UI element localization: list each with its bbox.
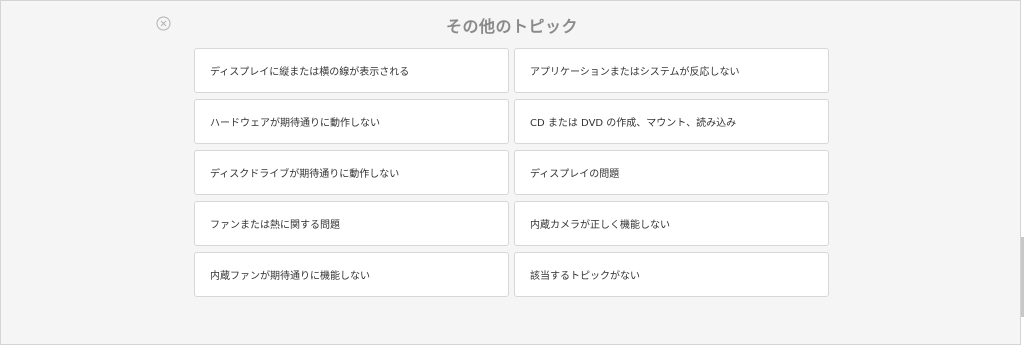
topic-fan-heat[interactable]: ファンまたは熱に関する問題 — [194, 201, 509, 246]
topic-none-applicable[interactable]: 該当するトピックがない — [514, 252, 829, 297]
topic-app-not-responding[interactable]: アプリケーションまたはシステムが反応しない — [514, 48, 829, 93]
topic-grid: ディスプレイに縦または横の線が表示される アプリケーションまたはシステムが反応し… — [194, 48, 829, 297]
page-title: その他のトピック — [445, 17, 578, 36]
topic-cd-dvd[interactable]: CD または DVD の作成、マウント、読み込み — [514, 99, 829, 144]
topic-display-problem[interactable]: ディスプレイの問題 — [514, 150, 829, 195]
topic-display-lines[interactable]: ディスプレイに縦または横の線が表示される — [194, 48, 509, 93]
topic-disk-drive[interactable]: ディスクドライブが期待通りに動作しない — [194, 150, 509, 195]
topic-built-in-fan[interactable]: 内蔵ファンが期待通りに機能しない — [194, 252, 509, 297]
topic-hardware[interactable]: ハードウェアが期待通りに動作しない — [194, 99, 509, 144]
topic-built-in-camera[interactable]: 内蔵カメラが正しく機能しない — [514, 201, 829, 246]
